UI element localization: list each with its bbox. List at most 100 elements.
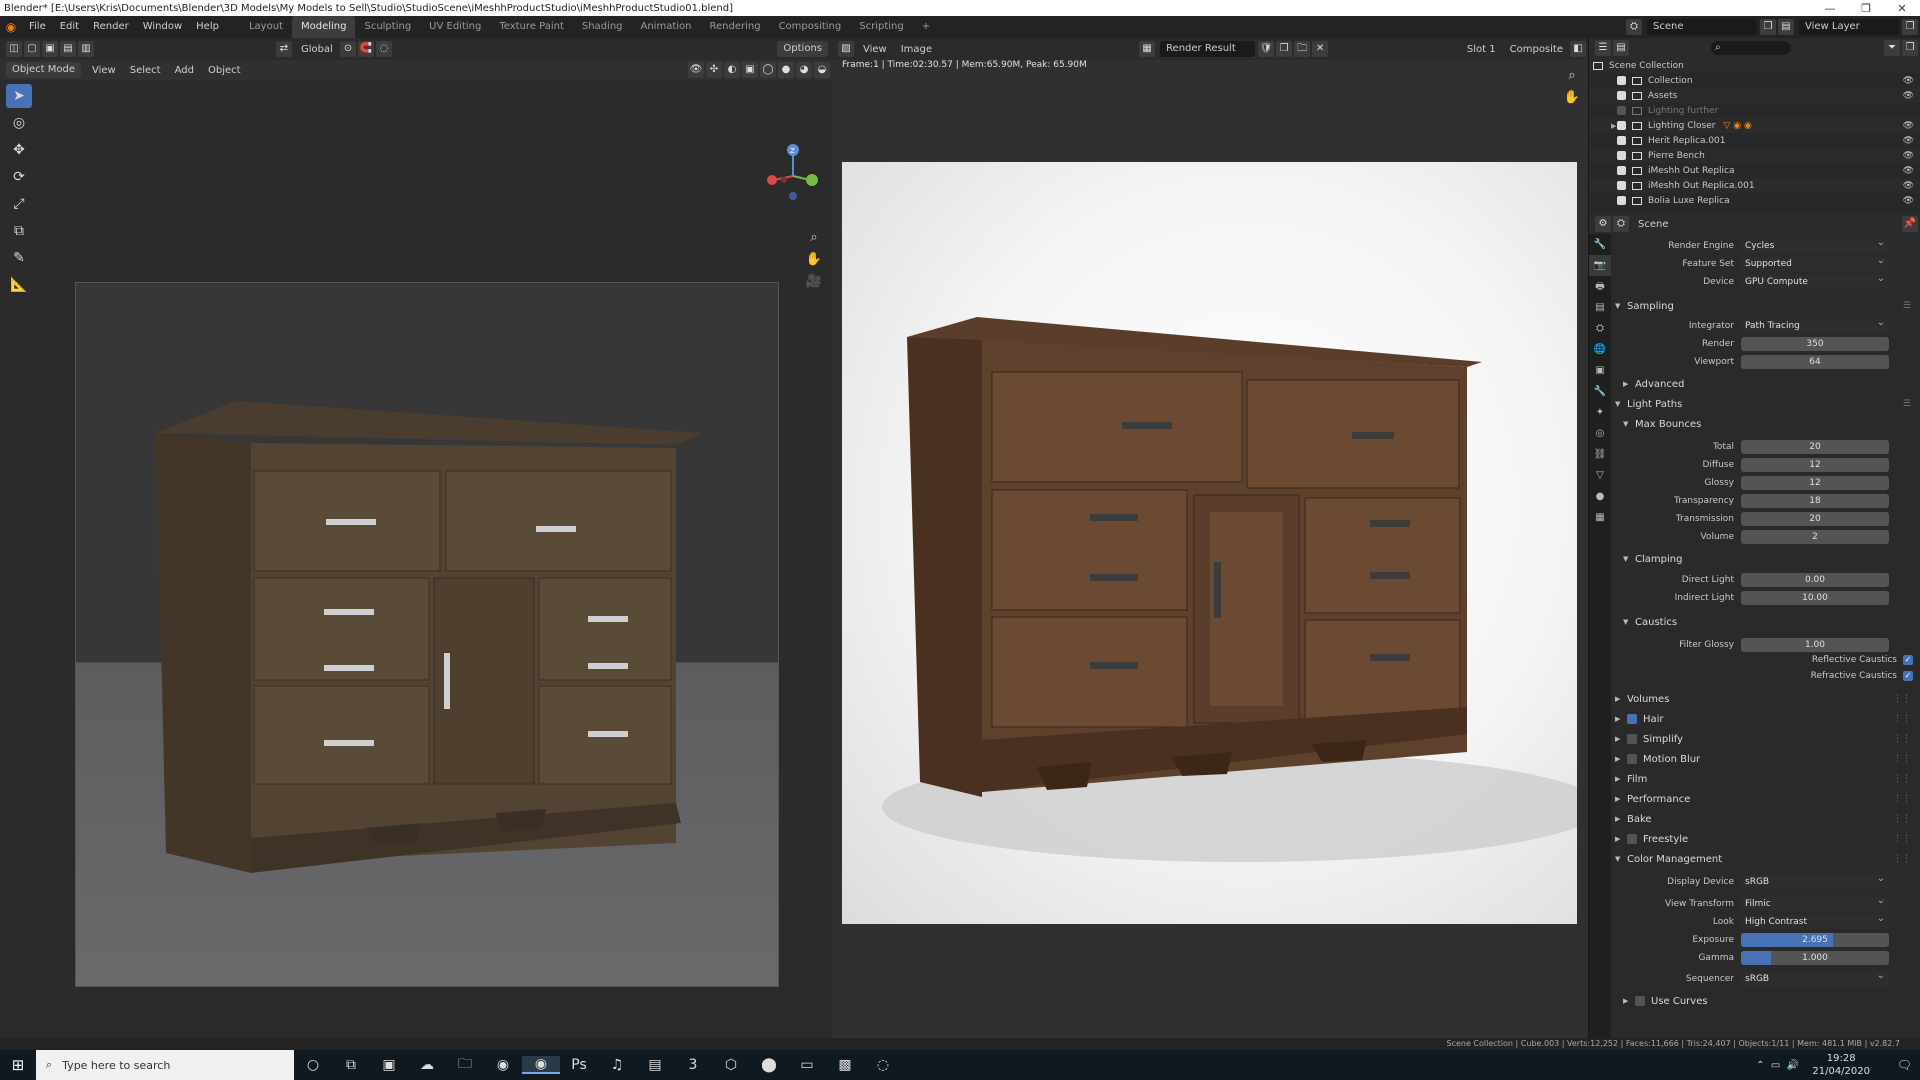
exclude-checkbox[interactable] (1617, 151, 1626, 160)
editor-type-icon[interactable]: ▨ (838, 41, 854, 57)
direct-light-field[interactable]: 0.00 (1741, 572, 1889, 587)
gizmo-toggle-icon[interactable]: ✣ (706, 62, 722, 78)
xray-icon[interactable]: ▣ (742, 62, 758, 78)
editor-type-icon[interactable]: ◫ (6, 41, 22, 57)
drag-grip-icon[interactable]: ⋮⋮ (1893, 854, 1911, 864)
tab-compositing[interactable]: Compositing (770, 16, 851, 38)
outliner-root[interactable]: Scene Collection (1589, 58, 1920, 73)
open-folder-icon[interactable]: 🗀 (1294, 41, 1311, 57)
navigation-gizmo[interactable]: Z (760, 144, 820, 204)
gamma-slider[interactable]: 1.000 (1741, 950, 1889, 965)
exclude-checkbox[interactable] (1617, 181, 1626, 190)
windows-start-icon[interactable]: ⊞ (0, 1056, 36, 1074)
sequencer-dropdown[interactable]: sRGB (1741, 971, 1889, 986)
pan-hand-icon[interactable]: ✋ (1562, 90, 1582, 112)
scale-icon[interactable]: ⤢ (6, 192, 32, 216)
total-field[interactable]: 20 (1741, 439, 1889, 454)
3d-viewport[interactable]: ◫ ▢ ▣ ▤ ▥ ⇄ Global ⊙ 🧲 ◌ Options Object … (0, 38, 832, 1038)
tab-modeling[interactable]: Modeling (291, 16, 356, 38)
snap-icon[interactable]: 🧲 (357, 41, 374, 57)
transform-orientation[interactable]: Global (294, 44, 340, 55)
image-name-field[interactable]: Render Result (1160, 41, 1256, 57)
expand-arrow-icon[interactable]: ▶ (1615, 835, 1627, 843)
volume-icon[interactable]: 🔊 (1784, 1060, 1803, 1071)
duplicate-image-icon[interactable]: ❐ (1276, 41, 1293, 57)
tab-animation[interactable]: Animation (632, 16, 701, 38)
eye-icon[interactable]: 👁 (1903, 166, 1914, 176)
outliner[interactable]: ☰ ▤ ⌕ ⏷ ❐ Scene Collection Collection 👁 … (1588, 38, 1920, 214)
app-icon[interactable]: 3 (674, 1057, 712, 1073)
tab-object-icon[interactable]: ▣ (1589, 360, 1611, 381)
outliner-item[interactable]: iMeshh Out Replica.001 👁 (1589, 178, 1920, 193)
exclude-checkbox[interactable] (1617, 136, 1626, 145)
panel-simplify[interactable]: ▶ Simplify ⋮⋮ (1611, 730, 1920, 748)
collapse-arrow-icon[interactable]: ▼ (1615, 855, 1627, 863)
options-dropdown[interactable]: Options (777, 41, 828, 57)
expand-arrow-icon[interactable]: ▶ (1615, 695, 1627, 703)
scene-field[interactable]: Scene (1647, 19, 1757, 35)
menu-add[interactable]: Add (168, 65, 201, 76)
outliner-item[interactable]: Pierre Bench 👁 (1589, 148, 1920, 163)
proportional-icon[interactable]: ◌ (375, 41, 392, 57)
fake-user-icon[interactable]: 🛡 (1258, 41, 1275, 57)
app-icon[interactable]: ▩ (826, 1057, 864, 1073)
exclude-checkbox[interactable] (1617, 91, 1626, 100)
subpanel-clamping[interactable]: ▼ Clamping (1611, 550, 1920, 568)
menu-help[interactable]: Help (189, 16, 226, 38)
tab-shading[interactable]: Shading (573, 16, 632, 38)
expand-arrow-icon[interactable]: ▶ (1623, 380, 1635, 388)
tab-layout[interactable]: Layout (240, 16, 292, 38)
close-button[interactable]: ✕ (1884, 2, 1920, 15)
panel-bake[interactable]: ▶ Bake ⋮⋮ (1611, 810, 1920, 828)
panel-color-management[interactable]: ▼ Color Management ⋮⋮ (1611, 850, 1920, 868)
tray-chevron-icon[interactable]: ⌃ (1756, 1060, 1768, 1071)
camera-view-icon[interactable]: 🎥 (804, 274, 824, 296)
sticky-notes-icon[interactable]: ▤ (636, 1057, 674, 1073)
outliner-item[interactable]: Assets 👁 (1589, 88, 1920, 103)
menu-image[interactable]: Image (894, 44, 939, 55)
chrome-icon[interactable]: ◉ (484, 1057, 522, 1073)
outliner-item[interactable]: ▶ Lighting Closer ▽ ◉ ◉ 👁 (1589, 118, 1920, 133)
rotate-icon[interactable]: ⟳ (6, 165, 32, 189)
eye-icon[interactable]: 👁 (1903, 91, 1914, 101)
tab-output-icon[interactable]: 🖶 (1589, 276, 1611, 297)
drag-grip-icon[interactable]: ⋮⋮ (1893, 714, 1911, 724)
shading-material-icon[interactable]: ◕ (796, 62, 812, 78)
subpanel-use-curves[interactable]: ▶ Use Curves (1611, 992, 1920, 1010)
feature-set-dropdown[interactable]: Supported (1741, 256, 1889, 271)
drag-grip-icon[interactable]: ⋮⋮ (1893, 794, 1911, 804)
render-samples-field[interactable]: 350 (1741, 336, 1889, 351)
hair-checkbox[interactable] (1627, 714, 1637, 724)
outliner-item[interactable]: Herit Replica.001 👁 (1589, 133, 1920, 148)
blender-taskbar-icon[interactable]: ◉ (522, 1056, 560, 1074)
app-icon[interactable]: ◌ (864, 1057, 902, 1073)
annotate-icon[interactable]: ✎ (6, 246, 32, 270)
menu-file[interactable]: File (22, 16, 53, 38)
drag-grip-icon[interactable]: ⋮⋮ (1893, 814, 1911, 824)
menu-object[interactable]: Object (201, 65, 248, 76)
taskbar-search-input[interactable]: ⌕ Type here to search (36, 1050, 294, 1080)
view-layer-field[interactable]: View Layer (1799, 19, 1899, 35)
tab-tool-icon[interactable]: 🔧 (1589, 234, 1611, 255)
visibility-icon[interactable]: 👁 (688, 62, 704, 78)
expand-arrow-icon[interactable]: ▶ (1615, 735, 1627, 743)
panel-hair[interactable]: ▶ Hair ⋮⋮ (1611, 710, 1920, 728)
restore-button[interactable]: ❐ (1848, 2, 1884, 15)
menu-edit[interactable]: Edit (53, 16, 86, 38)
preset-list-icon[interactable]: ☰ (1903, 301, 1911, 311)
diffuse-field[interactable]: 12 (1741, 457, 1889, 472)
shading-solid-icon[interactable]: ● (778, 62, 794, 78)
exclude-checkbox[interactable] (1617, 76, 1626, 85)
look-dropdown[interactable]: High Contrast (1741, 914, 1889, 929)
overlay-toggle-icon[interactable]: ◐ (724, 62, 740, 78)
collapse-arrow-icon[interactable]: ▼ (1615, 302, 1627, 310)
exposure-slider[interactable]: 2.695 (1741, 932, 1889, 947)
new-view-layer-icon[interactable]: ❐ (1902, 19, 1918, 35)
tab-texture-icon[interactable]: ▦ (1589, 507, 1611, 528)
panel-film[interactable]: ▶ Film ⋮⋮ (1611, 770, 1920, 788)
indirect-light-field[interactable]: 10.00 (1741, 590, 1889, 605)
exclude-checkbox[interactable] (1617, 166, 1626, 175)
add-workspace-button[interactable]: + (913, 16, 939, 38)
expand-arrow-icon[interactable]: ▶ (1615, 815, 1627, 823)
motion-blur-checkbox[interactable] (1627, 754, 1637, 764)
